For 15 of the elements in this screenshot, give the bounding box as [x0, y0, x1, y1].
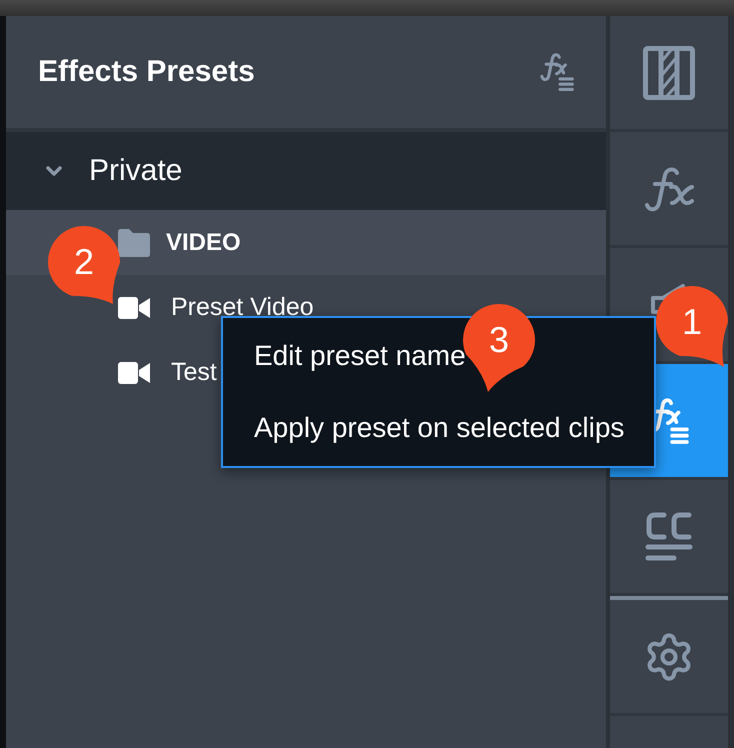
callout-badge: 3	[463, 304, 535, 392]
preset-item[interactable]: Preset Video	[118, 295, 314, 320]
captions-icon	[644, 510, 694, 564]
function-list-icon[interactable]	[540, 52, 575, 92]
function-icon	[644, 166, 694, 212]
video-camera-icon	[118, 362, 150, 384]
preset-item[interactable]: Test	[118, 360, 217, 385]
callout-badge: 1	[656, 286, 728, 367]
tree-group-row[interactable]: Private	[6, 132, 606, 210]
columns-icon	[643, 46, 695, 100]
menu-item[interactable]: Apply preset on selected clips	[223, 392, 654, 464]
callout-badge: 2	[48, 226, 120, 304]
folder-icon	[118, 228, 150, 256]
panel-title: Effects Presets	[38, 54, 255, 90]
video-camera-icon	[118, 296, 150, 318]
